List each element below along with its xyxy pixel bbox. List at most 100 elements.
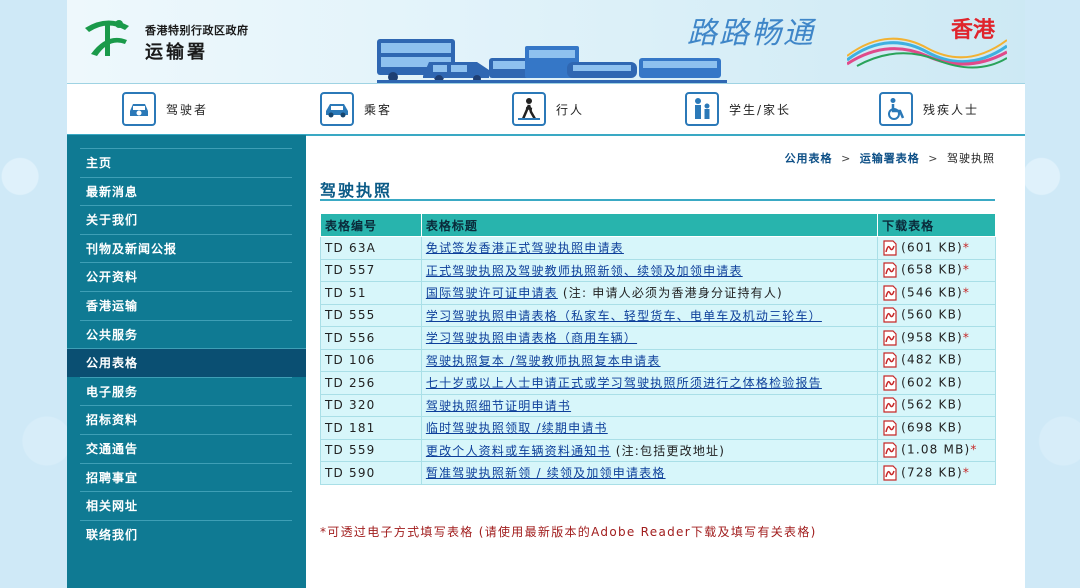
download-cell: (560 KB) — [877, 303, 996, 327]
sidebar-item-traffic-notices[interactable]: 交通通告 — [80, 433, 292, 463]
nav-label: 驾驶者 — [166, 102, 209, 117]
sidebar-item-recruitment[interactable]: 招聘事宜 — [80, 462, 292, 492]
table-row: TD 557 正式驾驶执照及驾驶教师执照新领、续领及加领申请表 (658 KB)* — [320, 258, 996, 282]
download-cell: (658 KB)* — [877, 258, 996, 282]
file-size: (560 KB) — [901, 307, 963, 322]
table-row: TD 555 学习驾驶执照申请表格（私家车、轻型货车、电单车及机动三轮车） (560… — [320, 303, 996, 327]
pdf-download-icon[interactable] — [882, 262, 898, 278]
td-logo-icon[interactable] — [81, 14, 133, 60]
nav-item-passengers[interactable]: 乘客 — [320, 91, 392, 127]
form-title-link[interactable]: 驾驶执照细节证明申请书 — [426, 399, 571, 413]
sidebar-item-news[interactable]: 最新消息 — [80, 176, 292, 206]
pdf-download-icon[interactable] — [882, 285, 898, 301]
form-title-cell: 正式驾驶执照及驾驶教师执照新领、续领及加领申请表 — [420, 258, 879, 282]
sidebar-item-public-forms[interactable]: 公用表格 — [67, 348, 306, 377]
sidebar-item-about[interactable]: 关于我们 — [80, 205, 292, 234]
sidebar-item-hk-transport[interactable]: 香港运输 — [80, 290, 292, 320]
breadcrumb-separator: > — [841, 152, 852, 165]
car-steering-icon — [122, 92, 156, 126]
form-title-cell: 暂准驾驶执照新领 / 续领及加领申请表格 — [420, 461, 879, 485]
e-fillable-star: * — [962, 330, 971, 345]
e-fillable-star: * — [962, 465, 971, 480]
form-title-link[interactable]: 国际驾驶许可证申请表 — [426, 286, 558, 300]
nav-item-students-parents[interactable]: 学生/家长 — [685, 91, 791, 127]
file-size: (698 KB) — [901, 420, 963, 435]
e-fillable-star: * — [962, 240, 971, 255]
sidebar-item-home[interactable]: 主页 — [80, 148, 292, 177]
form-title-cell: 七十岁或以上人士申请正式或学习驾驶执照所须进行之体格检验报告 — [420, 371, 879, 395]
table-row: TD 590 暂准驾驶执照新领 / 续领及加领申请表格 (728 KB)* — [320, 461, 996, 485]
form-title-link[interactable]: 正式驾驶执照及驾驶教师执照新领、续领及加领申请表 — [426, 264, 743, 278]
form-title-link[interactable]: 学习驾驶执照申请表格（私家车、轻型货车、电单车及机动三轮车） — [426, 309, 822, 323]
car-icon — [320, 92, 354, 126]
file-size: (728 KB) — [901, 465, 963, 480]
download-cell: (698 KB) — [877, 416, 996, 440]
form-code: TD 51 — [320, 281, 422, 305]
breadcrumb-separator: > — [928, 152, 939, 165]
sidebar-item-public-services[interactable]: 公共服务 — [80, 319, 292, 349]
form-title-cell: 免试签发香港正式驾驶执照申请表 — [420, 236, 879, 260]
form-code: TD 590 — [320, 461, 422, 485]
footnote: *可透过电子方式填写表格 (请使用最新版本的Adobe Reader下载及填写有… — [320, 525, 817, 539]
nav-label: 行人 — [556, 102, 585, 117]
pdf-download-icon[interactable] — [882, 420, 898, 436]
form-title-cell: 驾驶执照细节证明申请书 — [420, 393, 879, 417]
nav-item-disabled-persons[interactable]: 残疾人士 — [879, 91, 979, 127]
file-size: (601 KB) — [901, 240, 963, 255]
nav-label: 残疾人士 — [923, 102, 980, 117]
pdf-download-icon[interactable] — [882, 240, 898, 256]
download-cell: (1.08 MB)* — [877, 438, 996, 462]
pdf-download-icon[interactable] — [882, 330, 898, 346]
form-title-cell: 临时驾驶执照领取 /续期申请书 — [420, 416, 879, 440]
form-note: (注:包括更改地址) — [610, 443, 726, 458]
column-header-download: 下载表格 — [877, 213, 996, 237]
nav-item-pedestrians[interactable]: 行人 — [512, 91, 584, 127]
audience-nav: 驾驶者 乘客 行人 学生/家长 残疾人士 — [67, 83, 1025, 136]
pdf-download-icon[interactable] — [882, 442, 898, 458]
form-title-link[interactable]: 临时驾驶执照领取 /续期申请书 — [426, 421, 608, 435]
form-title-link[interactable]: 暂准驾驶执照新领 / 续领及加领申请表格 — [426, 466, 666, 480]
download-cell: (601 KB)* — [877, 236, 996, 260]
breadcrumb-link-public-forms[interactable]: 公用表格 — [785, 152, 833, 165]
sidebar-item-related-links[interactable]: 相关网址 — [80, 491, 292, 520]
breadcrumb: 公用表格 > 运输署表格 > 驾驶执照 — [785, 150, 995, 166]
pdf-download-icon[interactable] — [882, 352, 898, 368]
sidebar-item-tenders[interactable]: 招标资料 — [80, 405, 292, 434]
nav-label: 乘客 — [364, 102, 393, 117]
sidebar-item-e-services[interactable]: 电子服务 — [80, 376, 292, 406]
form-title-cell: 国际驾驶许可证申请表 (注: 申请人必须为香港身分证持有人) — [420, 281, 879, 305]
page-title: 驾驶执照 — [320, 181, 393, 200]
slogan-text: 路路畅通 — [687, 16, 815, 51]
pdf-download-icon[interactable] — [882, 307, 898, 323]
form-title-link[interactable]: 学习驾驶执照申请表格（商用车辆） — [426, 331, 637, 345]
form-title-link[interactable]: 七十岁或以上人士申请正式或学习驾驶执照所须进行之体格检验报告 — [426, 376, 822, 390]
nav-item-drivers[interactable]: 驾驶者 — [122, 91, 208, 127]
form-title-link[interactable]: 驾驶执照复本 /驾驶教师执照复本申请表 — [426, 354, 661, 368]
government-name: 香港特别行政区政府 — [145, 24, 249, 37]
table-header-row: 表格编号 表格标题 下载表格 — [320, 213, 996, 237]
page-container: 香港特别行政区政府 运输署 路路畅通 香港 驾驶者 乘客 行人 学生/家长 残疾… — [67, 0, 1025, 588]
form-code: TD 555 — [320, 303, 422, 327]
form-title-cell: 学习驾驶执照申请表格（私家车、轻型货车、电单车及机动三轮车） — [420, 303, 879, 327]
form-code: TD 320 — [320, 393, 422, 417]
sidebar-item-contact[interactable]: 联络我们 — [80, 519, 292, 549]
form-title-link[interactable]: 免试签发香港正式驾驶执照申请表 — [426, 241, 624, 255]
table-row: TD 51 国际驾驶许可证申请表 (注: 申请人必须为香港身分证持有人) (546 … — [320, 281, 996, 305]
breadcrumb-link-td-forms[interactable]: 运输署表格 — [860, 152, 920, 165]
breadcrumb-current: 驾驶执照 — [947, 152, 995, 165]
parent-child-icon — [685, 92, 719, 126]
file-size: (482 KB) — [901, 352, 963, 367]
table-row: TD 559 更改个人资料或车辆资料通知书 (注:包括更改地址) (1.08 MB)… — [320, 438, 996, 462]
download-cell: (546 KB)* — [877, 281, 996, 305]
form-title-link[interactable]: 更改个人资料或车辆资料通知书 — [426, 444, 611, 458]
pedestrian-icon — [512, 92, 546, 126]
sidebar-item-publications[interactable]: 刊物及新闻公报 — [80, 233, 292, 263]
form-title-cell: 学习驾驶执照申请表格（商用车辆） — [420, 326, 879, 350]
column-header-code: 表格编号 — [320, 213, 422, 237]
pdf-download-icon[interactable] — [882, 465, 898, 481]
pdf-download-icon[interactable] — [882, 375, 898, 391]
sidebar-item-open-data[interactable]: 公开资料 — [80, 262, 292, 291]
pdf-download-icon[interactable] — [882, 397, 898, 413]
e-fillable-star: * — [970, 442, 978, 457]
table-row: TD 106 驾驶执照复本 /驾驶教师执照复本申请表 (482 KB) — [320, 348, 996, 372]
